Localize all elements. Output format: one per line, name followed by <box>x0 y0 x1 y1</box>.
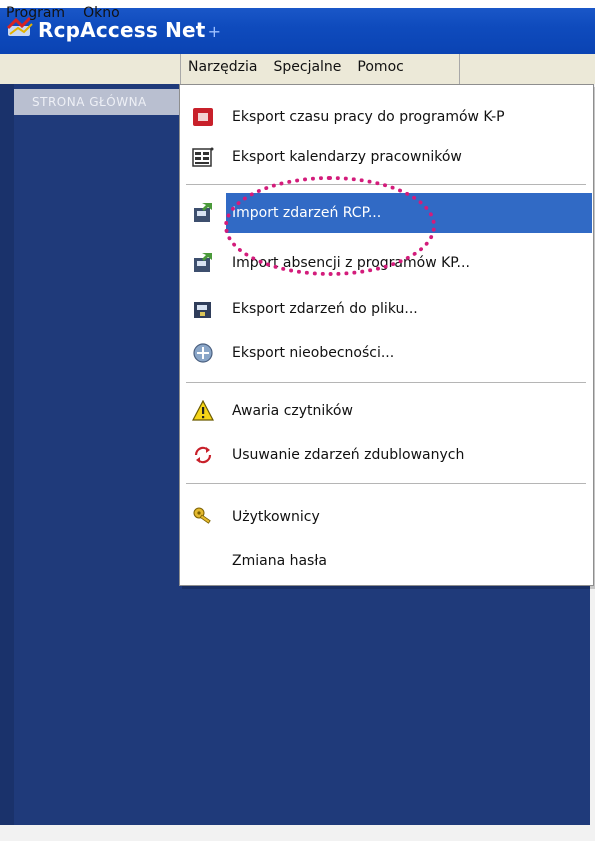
menu-separator <box>186 483 586 485</box>
menu-item-label: Eksport czasu pracy do programów K-P <box>232 109 505 125</box>
menu-item-remove-duplicates[interactable]: Usuwanie zdarzeń zdublowanych <box>180 435 593 475</box>
menu-bar-right: Narzędzia Specjalne Pomoc <box>188 59 404 75</box>
export-absence-icon <box>192 342 214 364</box>
window-title-text: RcpAccess Net <box>38 18 206 42</box>
menu-item-label: Użytkownicy <box>232 509 320 525</box>
menu-item-reader-failure[interactable]: Awaria czytników <box>180 391 593 431</box>
menu-separator <box>186 184 586 186</box>
menu-separator <box>186 382 586 384</box>
menu-item-export-work-time[interactable]: Eksport czasu pracy do programów K-P <box>180 97 593 137</box>
menu-item-export-calendars[interactable]: Eksport kalendarzy pracowników <box>180 137 593 177</box>
calendar-export-icon <box>192 146 214 168</box>
narzedzia-dropdown: Eksport czasu pracy do programów K-P Eks… <box>179 84 594 586</box>
workspace-bottom-edge <box>0 825 595 841</box>
import-events-icon <box>192 202 214 224</box>
menu-item-label: Eksport zdarzeń do pliku... <box>232 301 418 317</box>
window-title: RcpAccess Net + <box>38 18 221 42</box>
menu-item-change-password[interactable]: Zmiana hasła <box>180 541 593 581</box>
menu-narzedzia[interactable]: Narzędzia <box>188 59 257 75</box>
window-title-suffix: + <box>207 22 222 41</box>
menu-item-export-absences[interactable]: Eksport nieobecności... <box>180 333 593 373</box>
menu-item-label: Eksport nieobecności... <box>232 345 395 361</box>
menu-specjalne[interactable]: Specjalne <box>273 59 341 75</box>
export-red-icon <box>192 106 214 128</box>
menu-item-label: Zmiana hasła <box>232 553 327 569</box>
menu-item-label: Import zdarzeń RCP... <box>232 205 382 221</box>
menu-item-import-rcp-events[interactable]: Import zdarzeń RCP... <box>194 193 592 233</box>
tab-strona-glowna[interactable]: STRONA GŁÓWNA <box>14 89 184 115</box>
users-key-icon <box>192 506 214 528</box>
remove-duplicates-icon <box>192 444 214 466</box>
menu-pomoc[interactable]: Pomoc <box>357 59 403 75</box>
menu-bar-left: Program Okno <box>6 5 120 21</box>
menu-item-label: Awaria czytników <box>232 403 353 419</box>
menu-item-label: Import absencji z programów KP... <box>232 255 470 271</box>
menu-item-import-absence[interactable]: Import absencji z programów KP... <box>180 243 593 283</box>
menu-okno[interactable]: Okno <box>83 5 120 21</box>
menu-program[interactable]: Program <box>6 5 65 21</box>
import-absence-icon <box>192 252 214 274</box>
menu-item-users[interactable]: Użytkownicy <box>180 497 593 537</box>
workspace-left-edge <box>0 84 14 825</box>
menu-item-export-events-file[interactable]: Eksport zdarzeń do pliku... <box>180 289 593 329</box>
app-window: RcpAccess Net + Program Okno Narzędzia Sp… <box>0 0 595 841</box>
export-file-icon <box>192 298 214 320</box>
menu-item-label: Eksport kalendarzy pracowników <box>232 149 462 165</box>
warning-icon <box>192 400 214 422</box>
menu-item-label: Usuwanie zdarzeń zdublowanych <box>232 447 465 463</box>
